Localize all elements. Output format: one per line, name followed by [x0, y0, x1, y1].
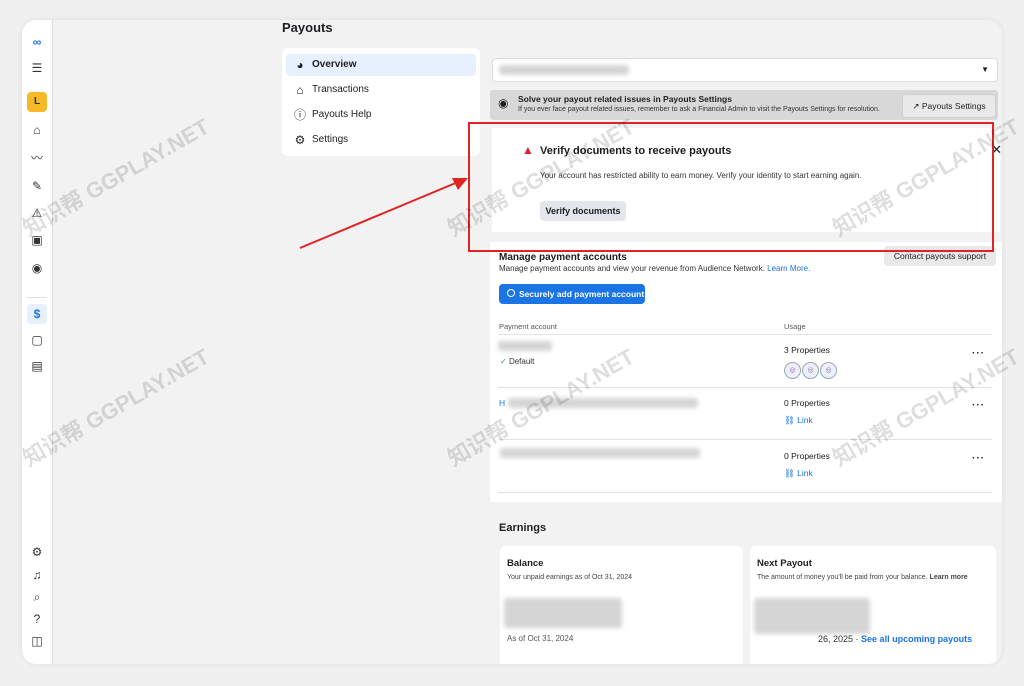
annotation-arrow — [299, 178, 468, 249]
app-window: ∞ ☰ L ⌂ 〰 ✎ ⚠ ▣ ◉ $ ▢ ▤ ⚙ ♫ ⌕ ? ◫ Payout… — [22, 20, 1002, 664]
